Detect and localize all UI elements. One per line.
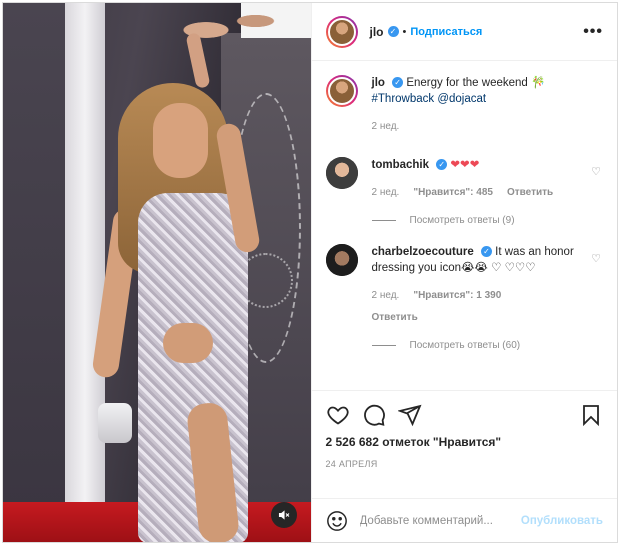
add-comment-bar: Опубликовать xyxy=(311,498,617,542)
comment-item: charbelzoecouture ✓ It was an honor dres… xyxy=(325,244,604,326)
verified-badge-icon: ✓ xyxy=(480,246,492,258)
bookmark-icon[interactable] xyxy=(579,403,603,427)
post-sidebar: jlo ✓ • Подписаться ••• jlo ✓ Energy for… xyxy=(310,3,618,542)
caption-text-block: jlo ✓ Energy for the weekend 🎋 #Throwbac… xyxy=(372,75,604,135)
post-date[interactable]: 24 АПРЕЛЯ xyxy=(326,459,604,469)
avatar-image xyxy=(325,157,358,189)
comment-text-block: tombachik ✓ ❤❤❤ 2 нед. "Нравится": 485 О… xyxy=(372,157,604,201)
replies-line xyxy=(371,220,396,221)
replies-line xyxy=(371,345,396,346)
action-icons-row xyxy=(326,399,604,431)
comment-username[interactable]: tombachik xyxy=(372,159,430,171)
publish-button[interactable]: Опубликовать xyxy=(521,515,603,527)
comments-list[interactable]: jlo ✓ Energy for the weekend 🎋 #Throwbac… xyxy=(312,61,618,390)
caption-meta: 2 нед. xyxy=(372,119,580,135)
avatar-image xyxy=(327,17,356,46)
verified-badge-icon: ✓ xyxy=(387,26,399,37)
dress-cutout xyxy=(163,323,213,363)
comment-username[interactable]: charbelzoecouture xyxy=(372,246,474,258)
clutch-bag xyxy=(98,403,132,443)
comment-text-block: charbelzoecouture ✓ It was an honor dres… xyxy=(372,244,604,326)
post-header: jlo ✓ • Подписаться ••• xyxy=(311,3,617,61)
follow-button[interactable]: Подписаться xyxy=(410,26,482,38)
avatar-image xyxy=(327,77,356,105)
heart-outline-icon[interactable] xyxy=(326,403,350,427)
hashtag-link[interactable]: #Throwback xyxy=(372,93,435,105)
comment-meta: 2 нед. "Нравится": 1 390 Ответить xyxy=(372,288,580,326)
mute-toggle-button[interactable] xyxy=(270,502,297,528)
avatar[interactable] xyxy=(325,244,358,276)
smiley-icon[interactable] xyxy=(326,510,348,532)
post-container: jlo ✓ • Подписаться ••• jlo ✓ Energy for… xyxy=(2,2,618,543)
view-replies-label: Посмотреть ответы (9) xyxy=(409,215,515,226)
separator-dot: • xyxy=(402,25,407,38)
person-figure xyxy=(91,83,268,542)
comment-likes[interactable]: "Нравится": 485 xyxy=(413,185,493,201)
comment-likes[interactable]: "Нравится": 1 390 xyxy=(413,288,501,304)
post-video[interactable] xyxy=(3,3,311,542)
mention-link[interactable]: @dojacat xyxy=(437,93,486,105)
avatar[interactable] xyxy=(325,157,358,189)
likes-count[interactable]: 2 526 682 отметок "Нравится" xyxy=(326,435,604,449)
caption-text: Energy for the weekend 🎋 xyxy=(406,77,546,89)
face xyxy=(153,103,208,178)
comment-input[interactable] xyxy=(359,514,521,527)
view-replies-button[interactable]: Посмотреть ответы (60) xyxy=(371,340,604,351)
reply-button[interactable]: Ответить xyxy=(507,185,553,201)
comment-meta: 2 нед. "Нравится": 485 Ответить xyxy=(372,185,580,201)
more-options-icon[interactable]: ••• xyxy=(583,23,603,41)
verified-badge-icon: ✓ xyxy=(436,159,448,171)
reply-button[interactable]: Ответить xyxy=(372,310,580,326)
comment-like-heart-icon[interactable]: ♡ xyxy=(591,165,601,178)
avatar[interactable] xyxy=(325,75,358,107)
caption-time[interactable]: 2 нед. xyxy=(372,119,400,135)
comment-text: ❤❤❤ xyxy=(450,159,480,171)
verified-badge-icon: ✓ xyxy=(392,77,404,89)
comment-time[interactable]: 2 нед. xyxy=(372,288,400,304)
avatar[interactable] xyxy=(325,15,358,48)
header-username[interactable]: jlo xyxy=(370,25,384,39)
caption-row: jlo ✓ Energy for the weekend 🎋 #Throwbac… xyxy=(325,75,604,135)
view-replies-label: Посмотреть ответы (60) xyxy=(409,340,521,351)
paper-plane-icon[interactable] xyxy=(397,403,422,427)
comment-bubble-icon[interactable] xyxy=(362,403,386,427)
comment-like-heart-icon[interactable]: ♡ xyxy=(591,252,601,265)
post-actions: 2 526 682 отметок "Нравится" 24 АПРЕЛЯ xyxy=(311,390,617,498)
comment-time[interactable]: 2 нед. xyxy=(372,185,400,201)
caption-username[interactable]: jlo xyxy=(372,77,385,89)
avatar-image xyxy=(325,244,358,276)
comment-item: tombachik ✓ ❤❤❤ 2 нед. "Нравится": 485 О… xyxy=(325,157,604,201)
speaker-muted-icon xyxy=(278,510,289,520)
view-replies-button[interactable]: Посмотреть ответы (9) xyxy=(371,215,604,226)
